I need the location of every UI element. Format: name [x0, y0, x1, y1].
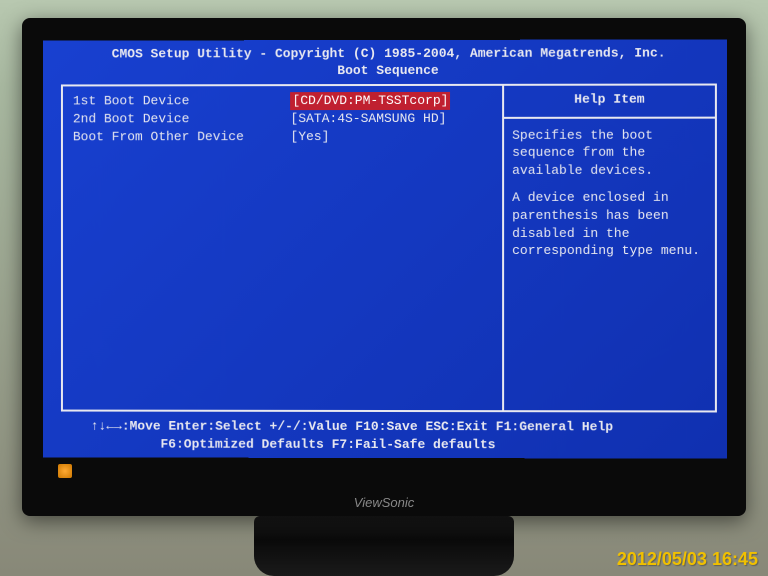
bios-subtitle: Boot Sequence — [61, 62, 717, 80]
boot-device-2-label[interactable]: 2nd Boot Device — [73, 110, 291, 128]
help-text-1: Specifies the boot sequence from the ava… — [512, 126, 707, 179]
help-title: Help Item — [504, 85, 715, 118]
help-panel: Help Item Specifies the boot sequence fr… — [504, 85, 715, 410]
help-body: Specifies the boot sequence from the ava… — [504, 118, 715, 267]
settings-panel: 1st Boot Device 2nd Boot Device Boot Fro… — [63, 86, 504, 410]
boot-device-2-value[interactable]: [SATA:4S-SAMSUNG HD] — [290, 110, 492, 128]
footer-hints-2: F6:Optimized Defaults F7:Fail-Safe defau… — [91, 435, 713, 454]
monitor-brand-label: ViewSonic — [354, 495, 414, 510]
monitor-stand — [254, 516, 514, 576]
photo-timestamp: 2012/05/03 16:45 — [617, 549, 758, 570]
help-text-2: A device enclosed in parenthesis has bee… — [512, 189, 707, 259]
bios-header: CMOS Setup Utility - Copyright (C) 1985-… — [61, 45, 717, 80]
boot-device-1-label[interactable]: 1st Boot Device — [73, 92, 291, 110]
footer-hints-1: ↑↓←→:Move Enter:Select +/-/:Value F10:Sa… — [91, 417, 713, 436]
bios-footer: ↑↓←→:Move Enter:Select +/-/:Value F10:Sa… — [61, 411, 717, 458]
power-led-icon — [58, 464, 72, 478]
bios-title: CMOS Setup Utility - Copyright (C) 1985-… — [61, 45, 717, 63]
bios-screen: CMOS Setup Utility - Copyright (C) 1985-… — [43, 39, 727, 458]
boot-other-label[interactable]: Boot From Other Device — [73, 128, 291, 146]
boot-other-value[interactable]: [Yes] — [290, 128, 492, 146]
bios-main-panel: 1st Boot Device 2nd Boot Device Boot Fro… — [61, 83, 717, 412]
boot-device-1-value[interactable]: [CD/DVD:PM-TSSTcorp] — [290, 92, 450, 110]
